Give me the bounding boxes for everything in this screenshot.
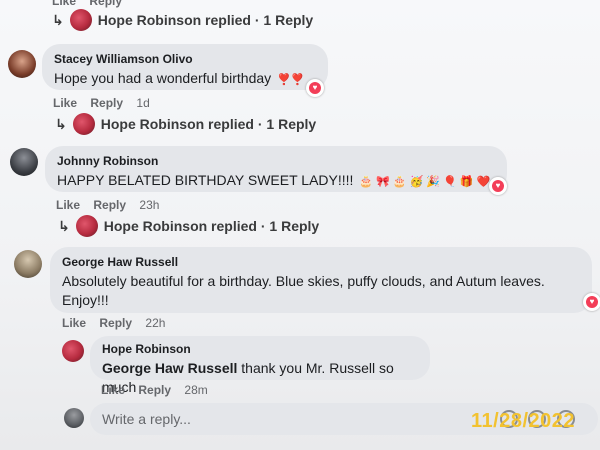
like-link[interactable]: Like [52, 0, 76, 8]
replies-label: Hope Robinson replied · 1 Reply [100, 116, 317, 132]
replies-link[interactable]: ↳ Hope Robinson replied · 1 Reply [52, 9, 313, 31]
timestamp[interactable]: 28m [184, 383, 207, 397]
heart-icon: ♥ [492, 180, 504, 192]
heart-icon: ♥ [309, 82, 321, 94]
comment-bubble: George Haw Russell Absolutely beautiful … [50, 247, 592, 313]
comment-author[interactable]: Stacey Williamson Olivo [54, 52, 316, 66]
heart-icon: ♥ [586, 296, 598, 308]
comment-text-line: Absolutely beautiful for a birthday. Blu… [62, 273, 545, 289]
avatar[interactable] [14, 250, 42, 278]
replies-label: Hope Robinson replied · 1 Reply [97, 12, 314, 28]
comment-author[interactable]: Johnny Robinson [57, 154, 495, 168]
mention-link[interactable]: George Haw Russell [102, 360, 237, 376]
replies-label: Hope Robinson replied · 1 Reply [103, 218, 320, 234]
reply-bubble: Hope Robinson George Haw Russell thank y… [90, 336, 430, 395]
date-stamp: 11/28/2022 [471, 410, 575, 432]
comment-bubble: Johnny Robinson HAPPY BELATED BIRTHDAY S… [45, 146, 507, 192]
avatar [64, 408, 84, 428]
like-link[interactable]: Like [62, 316, 86, 330]
avatar[interactable] [62, 340, 84, 362]
comment-actions: Like Reply 22h [62, 316, 175, 330]
reply-arrow-icon: ↳ [55, 115, 67, 132]
avatar [72, 113, 95, 135]
like-link[interactable]: Like [101, 383, 125, 397]
reply-link[interactable]: Reply [138, 383, 171, 397]
reply-link[interactable]: Reply [93, 198, 126, 212]
timestamp[interactable]: 1d [136, 96, 149, 110]
reply-actions: Like Reply 28m [101, 383, 218, 397]
avatar [75, 215, 98, 237]
reply-arrow-icon: ↳ [52, 11, 64, 28]
comment-author[interactable]: George Haw Russell [62, 255, 580, 269]
top-actions: Like Reply [52, 0, 132, 8]
like-link[interactable]: Like [53, 96, 77, 110]
timestamp[interactable]: 22h [145, 316, 165, 330]
comment-text: HAPPY BELATED BIRTHDAY SWEET LADY!!!! [57, 172, 354, 188]
comment-actions: Like Reply 23h [56, 198, 169, 212]
heart-exclamation-emoji: ❣️❣️ [277, 74, 305, 86]
replies-link[interactable]: ↳ Hope Robinson replied · 1 Reply [58, 215, 319, 237]
avatar [69, 9, 92, 31]
comment-actions: Like Reply 1d [53, 96, 160, 110]
reaction-badge[interactable]: ♥ [583, 293, 600, 311]
reply-placeholder: Write a reply... [102, 411, 191, 427]
avatar[interactable] [10, 148, 38, 176]
avatar[interactable] [8, 50, 36, 78]
reply-link[interactable]: Reply [99, 316, 132, 330]
comment-text: Hope you had a wonderful birthday [54, 70, 272, 86]
reply-author[interactable]: Hope Robinson [102, 342, 418, 356]
comments-screen: Like Reply ↳ Hope Robinson replied · 1 R… [0, 0, 600, 450]
reply-link[interactable]: Reply [89, 0, 122, 8]
replies-link[interactable]: ↳ Hope Robinson replied · 1 Reply [55, 113, 316, 135]
reply-link[interactable]: Reply [90, 96, 123, 110]
comment-text-line: Enjoy!!! [62, 292, 109, 308]
comment-text: Absolutely beautiful for a birthday. Blu… [62, 272, 580, 310]
comment-bubble: Stacey Williamson Olivo Hope you had a w… [42, 44, 328, 90]
reaction-badge[interactable]: ♥ [489, 177, 507, 195]
celebration-emojis: 🎂 🎀 🎂 🥳 🎉 🎈 🎁 ❤️ [359, 176, 491, 188]
timestamp[interactable]: 23h [139, 198, 159, 212]
reply-arrow-icon: ↳ [58, 217, 70, 234]
like-link[interactable]: Like [56, 198, 80, 212]
reaction-badge[interactable]: ♥ [306, 79, 324, 97]
